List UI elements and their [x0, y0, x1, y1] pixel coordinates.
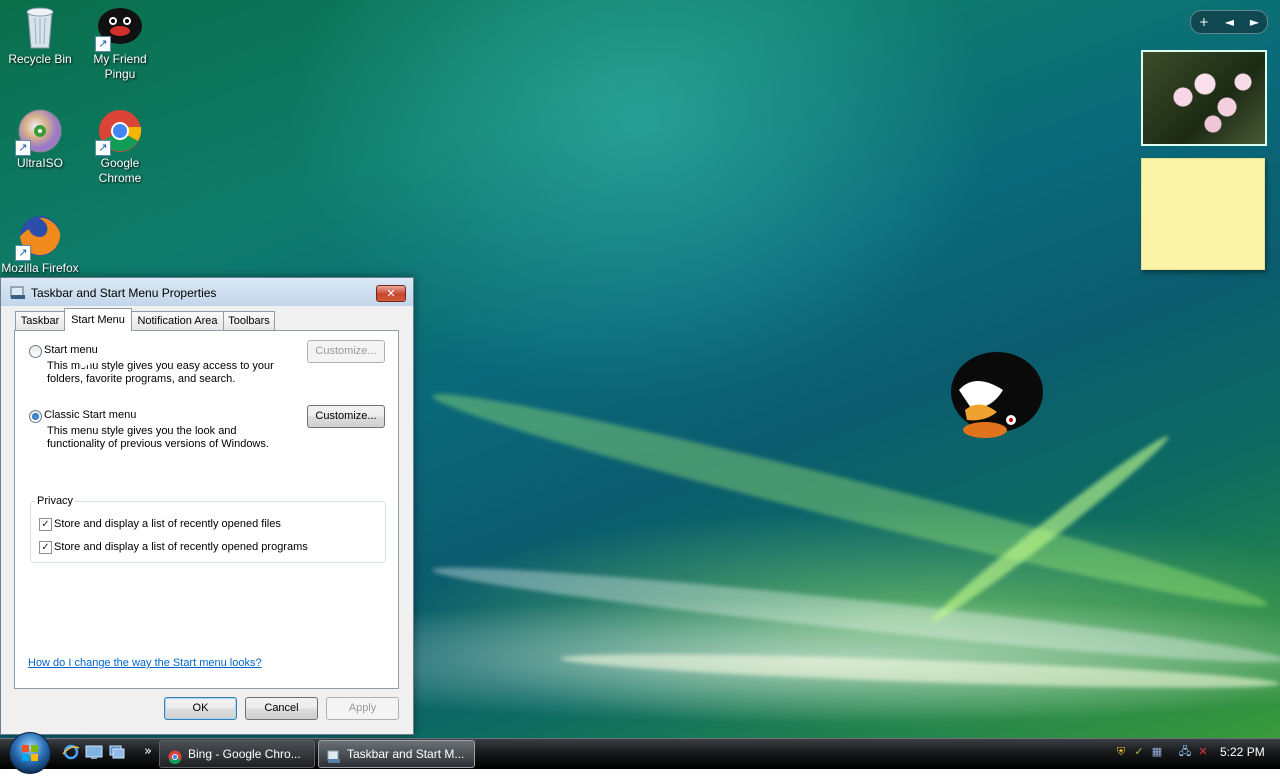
desktop-icon-label: Mozilla Firefox	[1, 261, 79, 275]
ultraiso-icon: ↗	[15, 108, 63, 156]
security-shield-icon[interactable]: ⛨	[1114, 744, 1128, 759]
classic-start-menu-radio[interactable]	[29, 410, 42, 423]
tab-taskbar[interactable]: Taskbar	[15, 311, 65, 330]
classic-start-menu-customize-button[interactable]: Customize...	[307, 405, 385, 428]
recent-files-checkbox[interactable]: ✓	[39, 518, 52, 531]
pingu-icon: ↗	[95, 4, 143, 52]
start-menu-radio[interactable]	[29, 345, 42, 358]
pingu-character-image	[945, 350, 1045, 440]
desktop-icon-label: UltraISO	[16, 156, 63, 170]
taskbar-button-label: Bing - Google Chro...	[188, 747, 301, 761]
firefox-icon: ↗	[15, 213, 63, 261]
previous-page-button[interactable]: ◄	[1225, 15, 1234, 29]
recycle-bin-icon	[17, 4, 63, 50]
taskbar-button-label: Taskbar and Start M...	[347, 747, 465, 761]
taskbar-properties-icon	[10, 286, 26, 300]
recent-files-label[interactable]: Store and display a list of recently ope…	[54, 518, 281, 530]
tab-start-menu[interactable]: Start Menu	[64, 308, 132, 331]
classic-start-menu-description: functionality of previous versions of Wi…	[47, 438, 269, 450]
shortcut-arrow-icon: ↗	[95, 36, 111, 52]
slideshow-gadget[interactable]	[1141, 50, 1267, 146]
recent-programs-checkbox[interactable]: ✓	[39, 541, 52, 554]
close-button[interactable]: ✕	[376, 285, 406, 302]
ok-button[interactable]: OK	[164, 697, 237, 720]
volume-muted-icon[interactable]: ✕	[1196, 744, 1210, 759]
start-menu-description: folders, favorite programs, and search.	[47, 373, 236, 385]
show-desktop-icon[interactable]	[85, 744, 103, 760]
help-link-text[interactable]: How do I change the way the Start menu l…	[28, 657, 262, 669]
taskbar-properties-icon	[327, 747, 341, 763]
classic-start-menu-radio-label[interactable]: Classic Start menu	[44, 409, 136, 421]
desktop-icon-pingu[interactable]: ↗ My Friend Pingu	[80, 4, 160, 82]
clock[interactable]: 5:22 PM	[1220, 745, 1265, 759]
privacy-group	[30, 501, 386, 563]
checkmark-icon[interactable]: ✓	[1132, 744, 1146, 759]
start-menu-customize-button[interactable]: Customize...	[307, 340, 385, 363]
network-icon[interactable]: ▦	[1150, 744, 1164, 759]
shortcut-arrow-icon: ↗	[15, 245, 31, 261]
tab-toolbars[interactable]: Toolbars	[223, 311, 275, 330]
privacy-legend: Privacy	[35, 495, 76, 507]
desktop-icon-ultraiso[interactable]: ↗ UltraISO	[0, 108, 80, 171]
desktop-icon-recycle-bin[interactable]: Recycle Bin	[0, 4, 80, 67]
add-gadget-button[interactable]: +	[1199, 15, 1209, 29]
tab-notification-area[interactable]: Notification Area	[131, 311, 224, 330]
shortcut-arrow-icon: ↗	[95, 140, 111, 156]
chrome-icon	[168, 747, 182, 764]
desktop-icon-label: Google Chrome	[98, 156, 142, 185]
desktop-icon-firefox[interactable]: ↗ Mozilla Firefox	[0, 213, 80, 276]
connection-icon[interactable]: 🖧	[1178, 744, 1192, 759]
desktop-icon-chrome[interactable]: ↗ Google Chrome	[80, 108, 160, 186]
desktop-icon-label: My Friend Pingu	[93, 52, 147, 81]
apply-button[interactable]: Apply	[326, 697, 399, 720]
sidebar-gadget-controls: + ◄ ►	[1190, 10, 1268, 34]
dialog-titlebar[interactable]: Taskbar and Start Menu Properties ✕	[1, 278, 413, 306]
windows-logo-icon	[22, 745, 38, 761]
next-page-button[interactable]: ►	[1250, 15, 1259, 29]
switch-windows-icon[interactable]	[108, 744, 126, 760]
desktop-icon-label: Recycle Bin	[8, 52, 72, 66]
chrome-icon: ↗	[95, 108, 143, 156]
sticky-note-gadget[interactable]	[1141, 158, 1265, 270]
internet-explorer-icon[interactable]	[62, 744, 80, 760]
help-link[interactable]: How do I change the way the Start menu l…	[28, 657, 262, 669]
quick-launch-more-button[interactable]: »	[139, 744, 157, 760]
recent-programs-label[interactable]: Store and display a list of recently ope…	[54, 541, 308, 553]
taskbar-button-chrome[interactable]: Bing - Google Chro...	[159, 740, 315, 768]
shortcut-arrow-icon: ↗	[15, 140, 31, 156]
cancel-button[interactable]: Cancel	[245, 697, 318, 720]
classic-start-menu-description: This menu style gives you the look and	[47, 425, 237, 437]
dialog-title: Taskbar and Start Menu Properties	[31, 286, 217, 300]
taskbar-button-taskbar-properties[interactable]: Taskbar and Start M...	[318, 740, 475, 768]
